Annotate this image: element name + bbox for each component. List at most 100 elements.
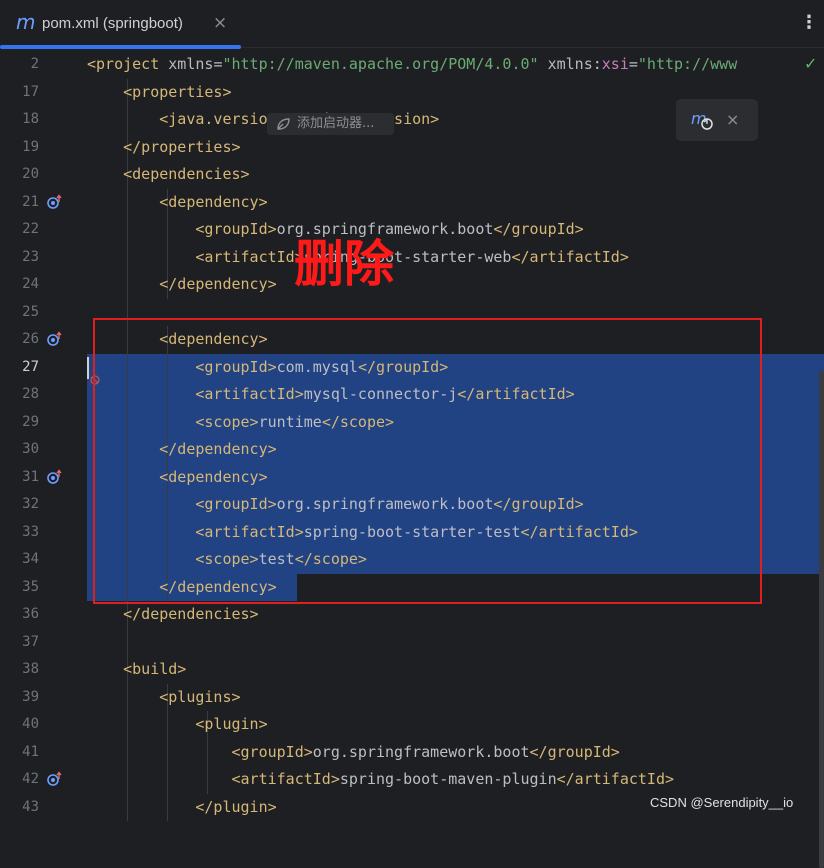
code-text: <plugin> [87,711,268,738]
code-line[interactable]: 40 <plugin> [0,711,824,738]
dependency-update-icon[interactable] [46,193,62,210]
code-token: <plugin> [195,715,268,733]
add-starter-hint[interactable]: 添加启动器... [267,113,394,135]
code-token: <artifactId> [195,247,304,266]
line-number[interactable]: 37 [0,629,39,656]
code-token: spring-boot-maven-plugin [339,770,557,788]
line-number[interactable]: 43 [0,794,39,821]
code-token: </groupId> [529,742,620,761]
close-icon[interactable]: × [726,109,739,131]
code-token: </artifactId> [511,247,629,266]
line-number[interactable]: 31 [0,464,39,491]
line-number[interactable]: 27 [0,354,39,381]
more-options-icon[interactable]: ⋮ [800,11,818,35]
code-text: <groupId>org.springframework.boot</group… [87,739,620,766]
code-token: org.springframework.boot [312,742,530,761]
code-text: <dependency> [87,189,268,216]
line-number[interactable]: 22 [0,216,39,243]
watermark: CSDN @Serendipity__io [650,795,794,810]
code-token: <build> [123,660,187,678]
code-token: <properties> [123,82,232,101]
line-number[interactable]: 21 [0,189,39,216]
code-token: xsi [601,55,629,73]
code-token: </artifactId> [556,770,675,788]
code-line[interactable]: 39 <plugins> [0,684,824,711]
code-line[interactable]: 24 </dependency> [0,271,824,298]
line-number[interactable]: 24 [0,271,39,298]
maven-m-icon: m [16,10,36,34]
code-text: </dependencies> [87,601,258,628]
code-token: <groupId> [195,220,277,238]
code-text: </plugin> [87,794,276,821]
line-number[interactable]: 33 [0,519,39,546]
code-line[interactable]: 2 <project xmlns = "http://maven.apache.org… [0,51,824,78]
line-number[interactable]: 2 [0,51,39,78]
code-token: <dependency> [159,192,268,211]
code-token: </properties> [123,137,241,156]
line-number[interactable]: 23 [0,244,39,271]
dependency-update-icon[interactable] [46,468,62,485]
vertical-scrollbar[interactable] [819,371,824,868]
code-text: <dependencies> [87,161,249,188]
line-number[interactable]: 38 [0,656,39,683]
code-line[interactable]: 36 </dependencies> [0,601,824,628]
line-number[interactable]: 17 [0,79,39,106]
code-token: xmlns [168,55,214,73]
line-number[interactable]: 25 [0,299,39,326]
maven-load-changes-popup: m × [676,99,758,141]
code-line[interactable]: 23 <artifactId>spring-boot-starter-web</… [0,244,824,271]
close-icon[interactable]: × [213,12,227,34]
annotation-delete-label: 删除 [294,235,394,293]
dependency-update-icon[interactable] [46,331,62,347]
code-text: </dependency> [87,271,277,298]
code-line[interactable]: 22 <groupId>org.springframework.boot</gr… [0,216,824,243]
code-text: <build> [87,656,186,683]
line-number[interactable]: 30 [0,436,39,463]
line-number[interactable]: 34 [0,546,39,573]
maven-reload-icon[interactable]: m [690,109,714,131]
line-number[interactable]: 32 [0,491,39,518]
code-token: <groupId> [231,742,313,761]
line-number[interactable]: 19 [0,134,39,161]
code-line[interactable]: 38 <build> [0,656,824,683]
line-number[interactable]: 28 [0,381,39,408]
dependency-update-icon[interactable] [46,771,62,787]
code-line[interactable]: 41 <groupId>org.springframework.boot</gr… [0,739,824,766]
line-number[interactable]: 20 [0,161,39,188]
add-starter-label: 添加启动器... [297,116,375,131]
code-token: <project [87,55,169,73]
tab-pom-xml[interactable]: m pom.xml (springboot) × [0,0,241,49]
line-number[interactable]: 36 [0,601,39,628]
line-number[interactable]: 40 [0,711,39,738]
code-line[interactable]: 21 <dependency> [0,189,824,216]
code-line[interactable]: 37 [0,629,824,656]
code-line[interactable]: 42 <artifactId>spring-boot-maven-plugin<… [0,766,824,793]
line-number[interactable]: 26 [0,326,39,353]
line-number[interactable]: 41 [0,739,39,766]
line-number[interactable]: 35 [0,574,39,601]
line-number[interactable]: 39 [0,684,39,711]
tab-title: pom.xml (springboot) [42,15,183,32]
leaf-icon [277,118,290,130]
code-token: <artifactId> [231,770,340,788]
line-number[interactable]: 29 [0,409,39,436]
code-token: </dependency> [159,275,277,293]
line-number[interactable]: 18 [0,106,39,133]
inspection-ok-icon[interactable]: ✓ [804,54,817,74]
code-text: </properties> [87,134,241,161]
code-line[interactable]: 20 <dependencies> [0,161,824,188]
line-number[interactable]: 42 [0,766,39,793]
